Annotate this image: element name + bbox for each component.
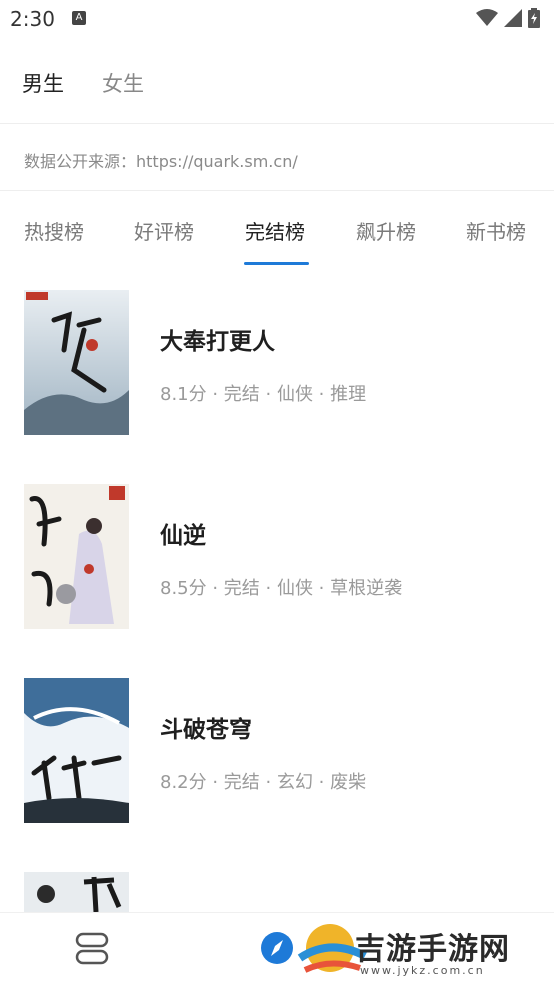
signal-icon [504, 9, 522, 27]
book-meta: 8.2分 · 完结 · 玄幻 · 废柴 [160, 772, 367, 793]
book-title: 仙逆 [160, 523, 206, 549]
bookshelf-icon[interactable] [74, 931, 110, 967]
divider [0, 190, 554, 191]
notification-icon: A [72, 11, 86, 25]
active-tab-indicator [244, 262, 309, 265]
book-title: 大奉打更人 [160, 329, 275, 355]
book-meta: 8.1分 · 完结 · 仙侠 · 推理 [160, 384, 367, 405]
list-item[interactable]: 仙逆 8.5分 · 完结 · 仙侠 · 草根逆袭 [0, 484, 554, 634]
tab-completed[interactable]: 完结榜 [245, 216, 305, 245]
book-cover-image [24, 484, 129, 629]
list-item[interactable] [0, 872, 554, 912]
gender-tabs: 男生 女生 [0, 56, 554, 106]
list-item[interactable]: 斗破苍穹 8.2分 · 完结 · 玄幻 · 废柴 [0, 678, 554, 828]
tab-rising[interactable]: 飙升榜 [356, 216, 416, 245]
tab-female[interactable]: 女生 [102, 68, 144, 98]
book-cover-image [24, 872, 129, 912]
tab-hot-search[interactable]: 热搜榜 [24, 216, 84, 245]
book-title: 斗破苍穹 [160, 717, 252, 743]
tab-new-books[interactable]: 新书榜 [466, 216, 526, 245]
battery-icon [528, 8, 540, 28]
tab-top-rated[interactable]: 好评榜 [134, 216, 194, 245]
book-cover[interactable] [24, 290, 129, 435]
book-cover-image [24, 290, 129, 435]
book-cover[interactable] [24, 484, 129, 629]
data-source-text: 数据公开来源：https://quark.sm.cn/ [24, 152, 298, 171]
status-time: 2:30 [10, 7, 55, 31]
watermark: 吉游手游网 www.jykz.com.cn [260, 918, 554, 986]
book-cover-image [24, 678, 129, 823]
wifi-icon [476, 9, 498, 26]
divider [0, 123, 554, 124]
ranking-tabs: 热搜榜 好评榜 完结榜 飙升榜 新书榜 [0, 200, 554, 270]
tab-male[interactable]: 男生 [22, 68, 64, 98]
watermark-url: www.jykz.com.cn [360, 964, 485, 977]
watermark-text: 吉游手游网 [355, 932, 510, 967]
list-item[interactable]: 大奉打更人 8.1分 · 完结 · 仙侠 · 推理 [0, 290, 554, 440]
status-icons [476, 8, 540, 28]
status-bar: 2:30 A [0, 0, 554, 38]
book-cover[interactable] [24, 872, 129, 912]
book-meta: 8.5分 · 完结 · 仙侠 · 草根逆袭 [160, 578, 403, 599]
book-cover[interactable] [24, 678, 129, 823]
